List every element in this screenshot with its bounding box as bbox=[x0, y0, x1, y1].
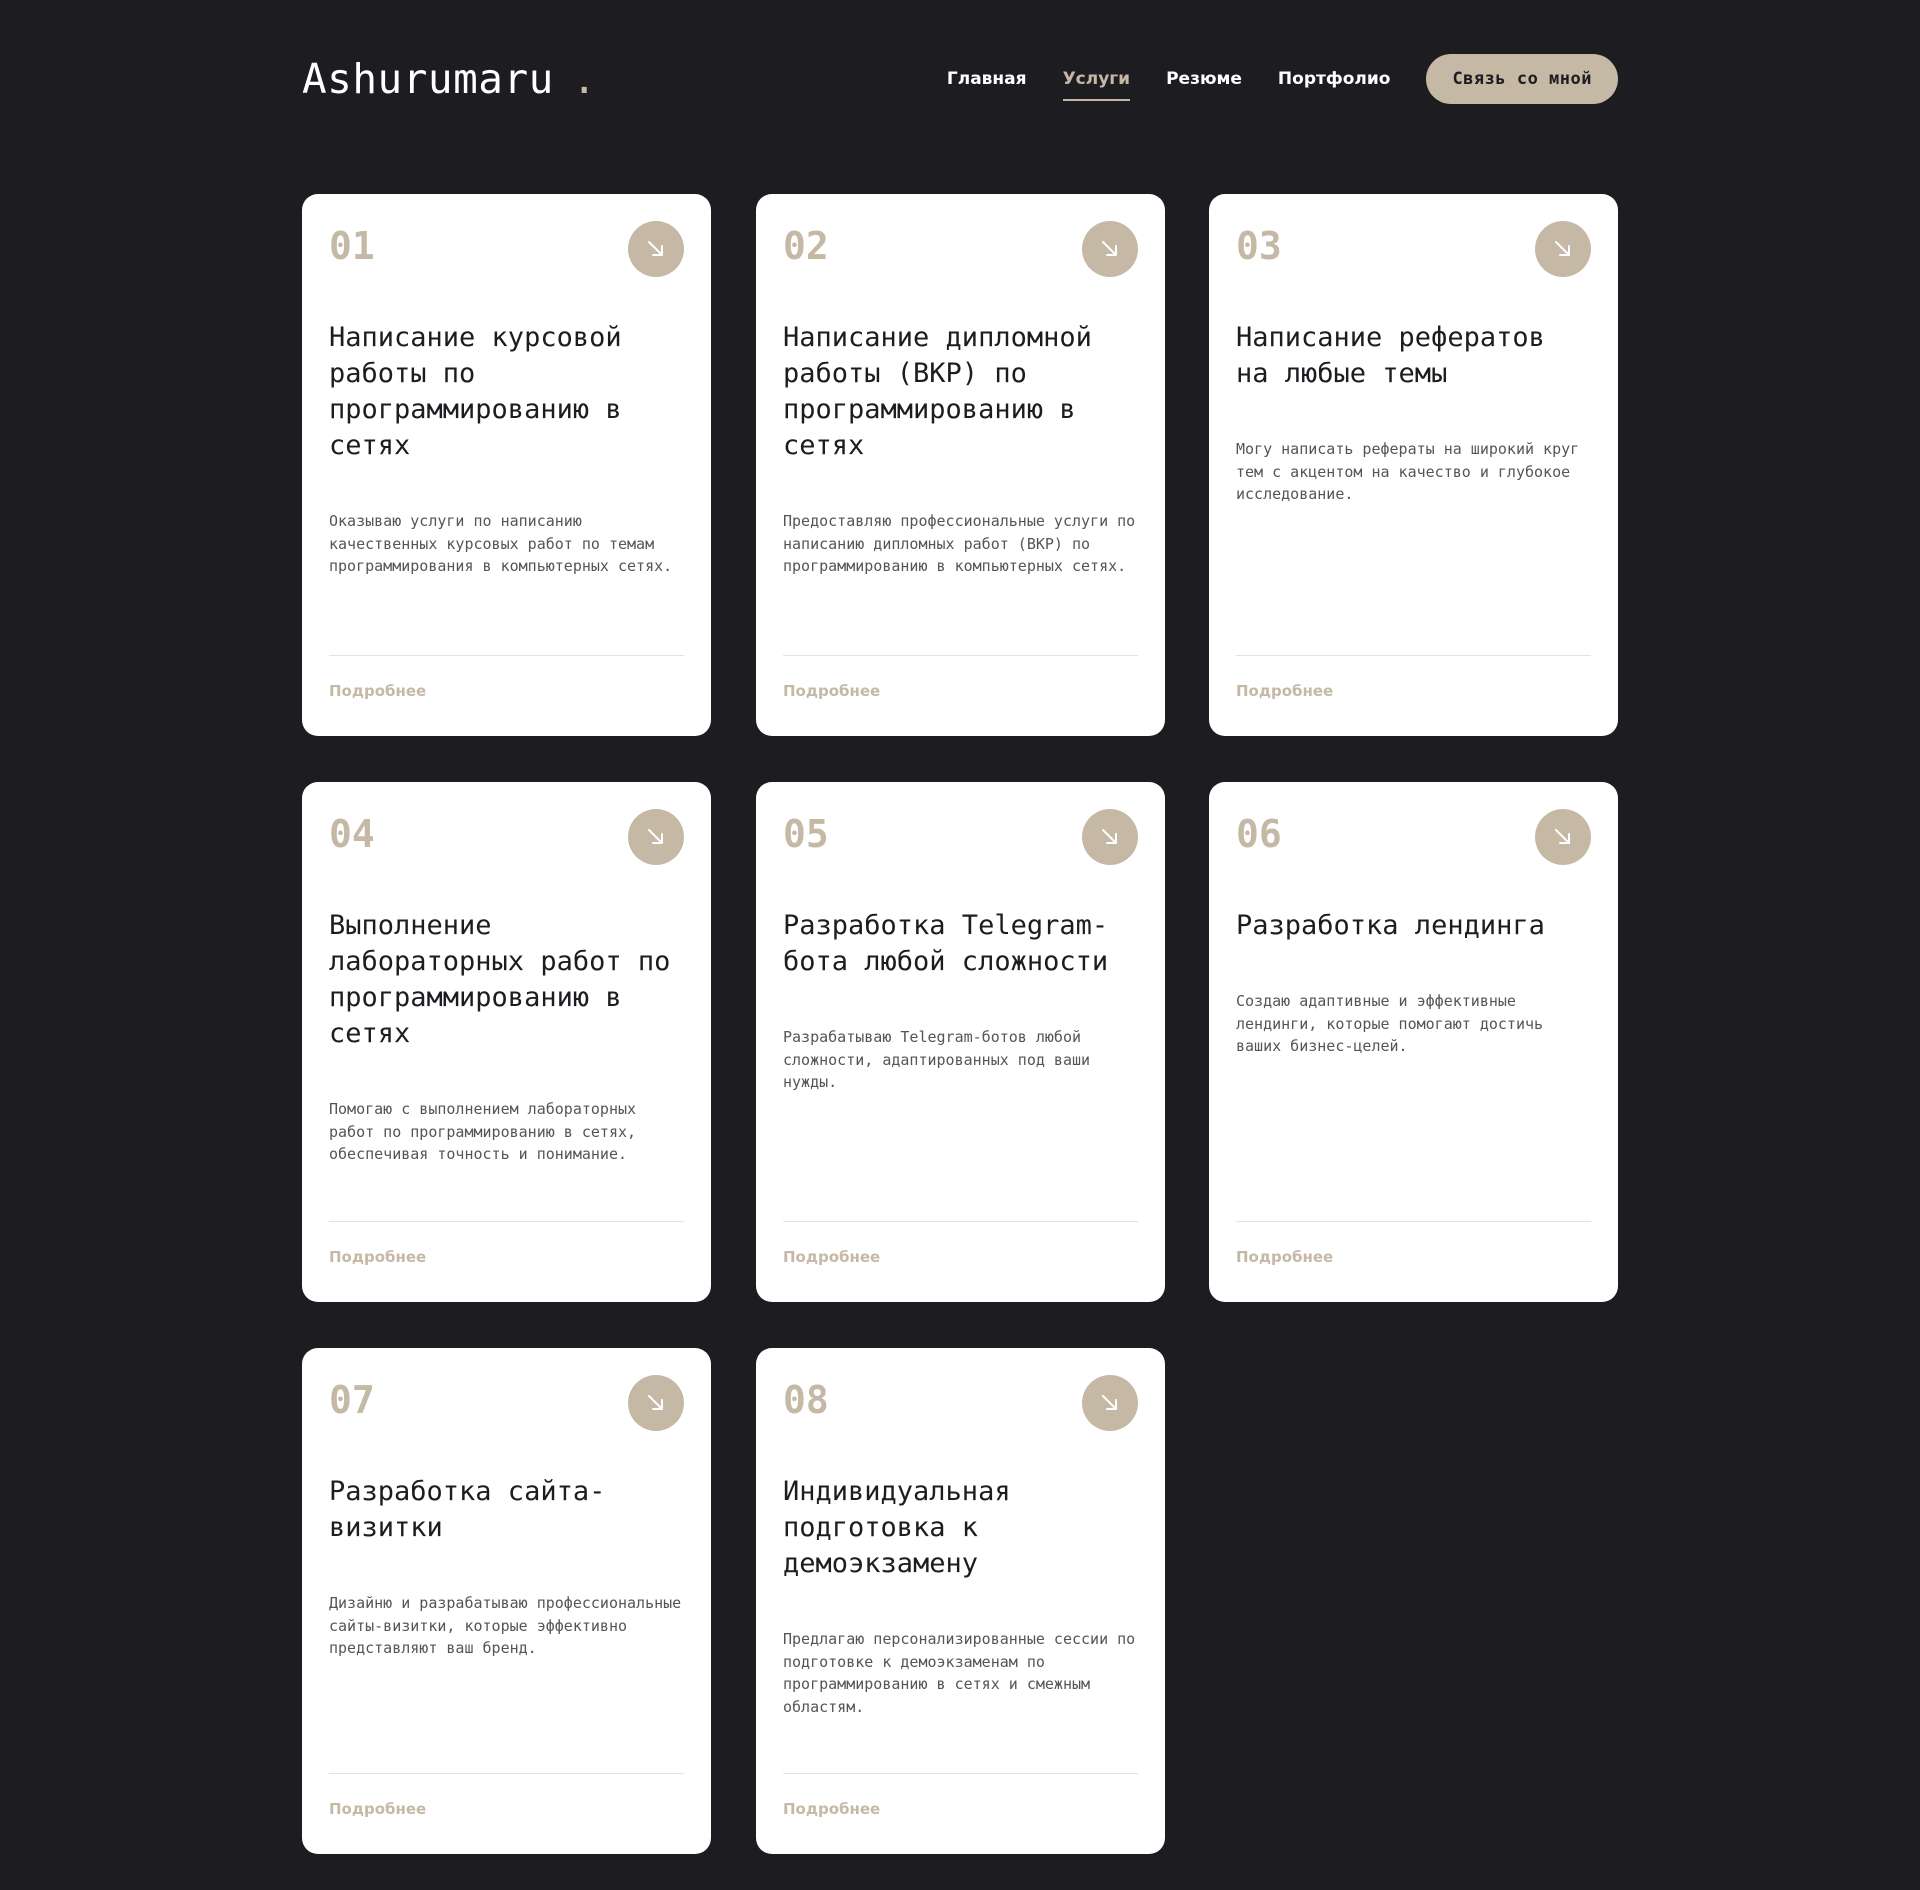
service-title: Разработка лендинга bbox=[1236, 910, 1545, 941]
service-card[interactable]: 05 Разработка Telegram-бота любой сложно… bbox=[756, 782, 1165, 1302]
nav-resume[interactable]: Резюме bbox=[1166, 61, 1242, 97]
arrow-down-right-icon[interactable] bbox=[628, 221, 684, 277]
logo-text: Ashurumaru bbox=[302, 55, 554, 103]
more-link[interactable]: Подробнее bbox=[329, 1800, 426, 1818]
main-nav: Главная Услуги Резюме Портфолио Связь со… bbox=[947, 54, 1618, 104]
logo[interactable]: Ashurumaru. bbox=[302, 54, 597, 104]
service-number: 07 bbox=[329, 1378, 375, 1422]
service-card[interactable]: 02 Написание дипломной работы (ВКР) по п… bbox=[756, 194, 1165, 736]
site-header: Ashurumaru. Главная Услуги Резюме Портфо… bbox=[302, 0, 1618, 158]
service-title: Написание рефератов на любые темы bbox=[1236, 322, 1545, 389]
service-title: Написание курсовой работы по программиро… bbox=[329, 322, 622, 461]
service-number: 06 bbox=[1236, 812, 1282, 856]
service-description: Предоставляю профессиональные услуги по … bbox=[783, 512, 1136, 575]
more-link[interactable]: Подробнее bbox=[329, 1248, 426, 1266]
more-link[interactable]: Подробнее bbox=[329, 682, 426, 700]
logo-dot: . bbox=[571, 55, 598, 103]
service-card[interactable]: 07 Разработка сайта-визитки Дизайню и ра… bbox=[302, 1348, 711, 1854]
more-link[interactable]: Подробнее bbox=[783, 1800, 880, 1818]
nav-services[interactable]: Услуги bbox=[1062, 61, 1130, 101]
service-title: Индивидуальная подготовка к демоэкзамену bbox=[783, 1476, 1011, 1579]
card-divider bbox=[329, 1773, 684, 1774]
service-number: 01 bbox=[329, 224, 375, 268]
more-link[interactable]: Подробнее bbox=[783, 682, 880, 700]
service-card[interactable]: 03 Написание рефератов на любые темы Мог… bbox=[1209, 194, 1618, 736]
card-divider bbox=[329, 655, 684, 656]
nav-home[interactable]: Главная bbox=[947, 61, 1027, 97]
service-description: Разрабатываю Telegram-ботов любой сложно… bbox=[783, 1028, 1091, 1091]
service-number: 08 bbox=[783, 1378, 829, 1422]
service-description: Создаю адаптивные и эффективные лендинги… bbox=[1236, 992, 1544, 1055]
service-title: Выполнение лабораторных работ по програм… bbox=[329, 910, 671, 1049]
arrow-down-right-icon[interactable] bbox=[1535, 809, 1591, 865]
arrow-down-right-icon[interactable] bbox=[628, 1375, 684, 1431]
service-description: Могу написать рефераты на широкий круг т… bbox=[1236, 440, 1580, 503]
service-description: Дизайню и разрабатываю профессиональные … bbox=[329, 1594, 682, 1657]
service-number: 02 bbox=[783, 224, 829, 268]
more-link[interactable]: Подробнее bbox=[1236, 682, 1333, 700]
card-divider bbox=[783, 655, 1138, 656]
more-link[interactable]: Подробнее bbox=[1236, 1248, 1333, 1266]
service-description: Предлагаю персонализированные сессии по … bbox=[783, 1630, 1136, 1716]
arrow-down-right-icon[interactable] bbox=[1535, 221, 1591, 277]
card-divider bbox=[783, 1773, 1138, 1774]
service-card[interactable]: 06 Разработка лендинга Создаю адаптивные… bbox=[1209, 782, 1618, 1302]
arrow-down-right-icon[interactable] bbox=[1082, 221, 1138, 277]
service-title: Написание дипломной работы (ВКР) по прог… bbox=[783, 322, 1092, 461]
card-divider bbox=[329, 1221, 684, 1222]
service-card[interactable]: 01 Написание курсовой работы по программ… bbox=[302, 194, 711, 736]
card-divider bbox=[1236, 655, 1591, 656]
service-number: 05 bbox=[783, 812, 829, 856]
service-title: Разработка сайта-визитки bbox=[329, 1476, 606, 1543]
service-title: Разработка Telegram-бота любой сложности bbox=[783, 910, 1109, 977]
arrow-down-right-icon[interactable] bbox=[1082, 1375, 1138, 1431]
service-card[interactable]: 08 Индивидуальная подготовка к демоэкзам… bbox=[756, 1348, 1165, 1854]
arrow-down-right-icon[interactable] bbox=[628, 809, 684, 865]
service-card[interactable]: 04 Выполнение лабораторных работ по прог… bbox=[302, 782, 711, 1302]
service-description: Помогаю с выполнением лабораторных работ… bbox=[329, 1100, 637, 1163]
service-number: 04 bbox=[329, 812, 375, 856]
more-link[interactable]: Подробнее bbox=[783, 1248, 880, 1266]
card-divider bbox=[1236, 1221, 1591, 1222]
nav-portfolio[interactable]: Портфолио bbox=[1278, 61, 1391, 97]
service-number: 03 bbox=[1236, 224, 1282, 268]
card-divider bbox=[783, 1221, 1138, 1222]
contact-button[interactable]: Связь со мной bbox=[1426, 54, 1618, 104]
service-description: Оказываю услуги по написанию качественны… bbox=[329, 512, 673, 575]
arrow-down-right-icon[interactable] bbox=[1082, 809, 1138, 865]
